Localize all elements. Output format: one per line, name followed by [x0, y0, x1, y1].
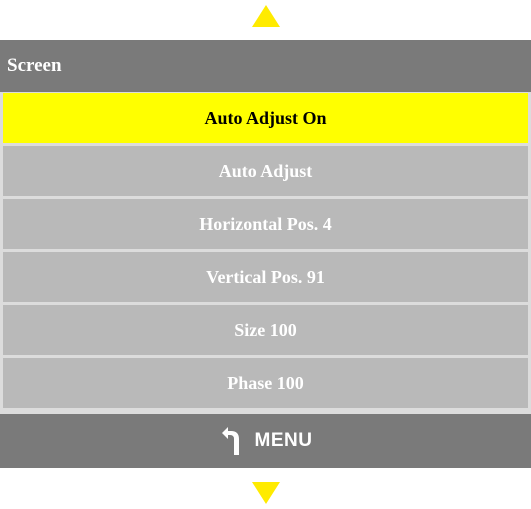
- menu-item-auto-adjust-on[interactable]: Auto Adjust On: [3, 93, 528, 143]
- arrow-down-icon[interactable]: [252, 482, 280, 504]
- return-arrow-icon: [219, 427, 243, 455]
- menu-item-auto-adjust[interactable]: Auto Adjust: [3, 146, 528, 196]
- menu-label: MENU: [254, 430, 313, 451]
- menu-back-button[interactable]: MENU: [0, 414, 531, 468]
- menu-item-size[interactable]: Size 100: [3, 305, 528, 355]
- menu-item-vertical-pos[interactable]: Vertical Pos. 91: [3, 252, 528, 302]
- menu-list: Auto Adjust On Auto Adjust Horizontal Po…: [3, 93, 528, 411]
- osd-panel: Screen Auto Adjust On Auto Adjust Horizo…: [0, 40, 531, 468]
- menu-item-horizontal-pos[interactable]: Horizontal Pos. 4: [3, 199, 528, 249]
- menu-item-phase[interactable]: Phase 100: [3, 358, 528, 408]
- arrow-up-icon[interactable]: [252, 5, 280, 27]
- panel-title: Screen: [0, 40, 531, 92]
